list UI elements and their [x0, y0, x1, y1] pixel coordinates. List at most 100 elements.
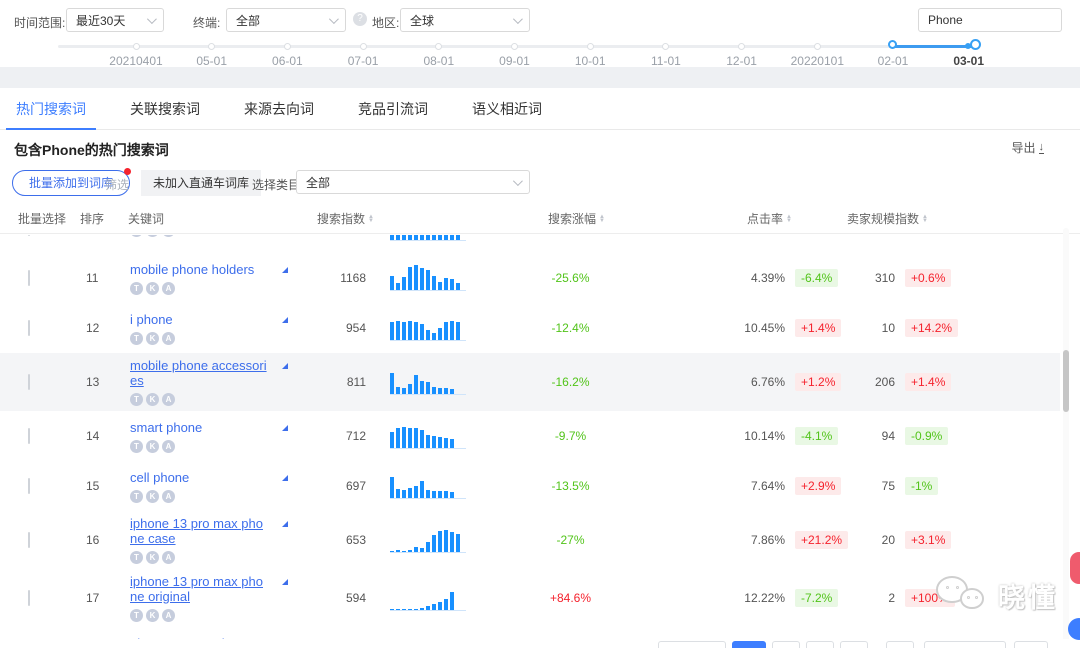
- tab-2[interactable]: 来源去向词: [242, 88, 316, 130]
- keyword-link[interactable]: iphone 13 pro max phone case: [130, 516, 268, 546]
- channel-badge-T: T: [130, 551, 143, 564]
- sort-icon[interactable]: ▲▼: [786, 215, 792, 223]
- sort-icon[interactable]: ▲▼: [922, 215, 928, 223]
- row-checkbox[interactable]: [28, 270, 30, 286]
- trend-mini-bar-chart[interactable]: [390, 585, 466, 611]
- keyword-search-box[interactable]: [918, 8, 1062, 32]
- row-checkbox[interactable]: [28, 478, 30, 494]
- region-select[interactable]: 全球: [400, 8, 530, 32]
- timeline-tick-label: 03-01: [953, 54, 984, 68]
- help-icon[interactable]: ?: [353, 12, 367, 26]
- sort-icon[interactable]: ▲▼: [599, 215, 605, 223]
- channel-badge-K: K: [146, 235, 159, 237]
- channel-badge-A: A: [162, 551, 175, 564]
- pagination-button[interactable]: [840, 641, 868, 648]
- keyword-link[interactable]: smart phone: [130, 420, 268, 435]
- keyword-link[interactable]: i phone: [130, 312, 268, 327]
- chevron-down-icon: [513, 14, 523, 24]
- tab-1[interactable]: 关联搜索词: [128, 88, 202, 130]
- keyword-expand-icon[interactable]: [282, 267, 288, 273]
- pagination-button[interactable]: [886, 641, 914, 648]
- ctr-delta-badge: +1.4%: [795, 319, 841, 337]
- search-change-cell: -9.7%: [515, 429, 660, 443]
- pagination-button[interactable]: [806, 641, 834, 648]
- keyword-expand-icon[interactable]: [282, 521, 288, 527]
- timeline-tick: [284, 43, 291, 50]
- timeline-tick-label: 09-01: [499, 54, 530, 68]
- keyword-expand-icon[interactable]: [282, 363, 288, 369]
- export-button[interactable]: 导出 ↓: [1011, 139, 1044, 156]
- search-index-cell: 712: [305, 429, 390, 443]
- sort-icon[interactable]: ▲▼: [368, 215, 374, 223]
- keyword-expand-icon[interactable]: [282, 317, 288, 323]
- keyword-link[interactable]: mobile phone holders: [130, 262, 268, 277]
- row-checkbox[interactable]: [28, 235, 30, 236]
- chevron-down-icon: [513, 176, 523, 186]
- pagination-active-page[interactable]: [732, 641, 766, 648]
- row-checkbox[interactable]: [28, 374, 30, 390]
- timeline-tick: [435, 43, 442, 50]
- trend-mini-bar-chart[interactable]: [390, 265, 466, 291]
- channel-badge-A: A: [162, 440, 175, 453]
- pagination-button[interactable]: [924, 641, 1006, 648]
- ctr-cell: 6.76%: [660, 375, 785, 389]
- pagination: [0, 639, 1080, 648]
- ctr-cell: 7.86%: [660, 533, 785, 547]
- keyword-link[interactable]: mobile phone accessories: [130, 358, 268, 388]
- pagination-button[interactable]: [772, 641, 800, 648]
- header-search-index: 搜索指数▲▼: [317, 210, 374, 227]
- table-row: 14 smart phone TKA 712 -9.7% 10.14% -4.1…: [0, 411, 1060, 461]
- header-search-change: 搜索涨幅▲▼: [548, 210, 605, 227]
- pagination-button[interactable]: [1014, 641, 1048, 648]
- keyword-link[interactable]: iphone 13 pro max phone original: [130, 574, 268, 604]
- tab-bar: 热门搜索词关联搜索词来源去向词竞品引流词语义相近词: [0, 88, 1080, 130]
- not-in-ztc-button[interactable]: 未加入直通车词库: [141, 170, 261, 196]
- channel-badge-K: K: [146, 609, 159, 622]
- terminal-select[interactable]: 全部: [226, 8, 346, 32]
- region-label: 地区:: [372, 14, 399, 31]
- trend-mini-bar-chart[interactable]: [390, 235, 466, 241]
- vertical-scrollbar[interactable]: [1063, 228, 1069, 648]
- tab-4[interactable]: 语义相近词: [470, 88, 544, 130]
- timeline-tick-label: 08-01: [423, 54, 454, 68]
- trend-mini-bar-chart[interactable]: [390, 369, 466, 395]
- slider-track[interactable]: [58, 45, 980, 48]
- trend-mini-bar-chart[interactable]: [390, 527, 466, 553]
- row-checkbox[interactable]: [28, 590, 30, 606]
- timeline-tick-label: 06-01: [272, 54, 303, 68]
- trend-mini-bar-chart[interactable]: [390, 423, 466, 449]
- tab-3[interactable]: 竞品引流词: [356, 88, 430, 130]
- seller-index-cell: 75: [855, 479, 895, 493]
- search-change-cell: -25.6%: [515, 271, 660, 285]
- channel-badge-A: A: [162, 393, 175, 406]
- pagination-button[interactable]: [658, 641, 726, 648]
- slider-handle-start[interactable]: [888, 40, 897, 49]
- filter-button[interactable]: 筛选: [105, 176, 129, 193]
- scrollbar-thumb[interactable]: [1063, 350, 1069, 412]
- header-ctr: 点击率▲▼: [747, 210, 792, 227]
- keyword-link[interactable]: cell phone: [130, 470, 268, 485]
- trend-mini-bar-chart[interactable]: [390, 473, 466, 499]
- header-batch-select: 批量选择: [18, 210, 66, 227]
- table-row: 16 iphone 13 pro max phone case TKA 653 …: [0, 511, 1060, 569]
- seller-delta-badge: -1%: [905, 477, 938, 495]
- row-checkbox[interactable]: [28, 428, 30, 444]
- category-select[interactable]: 全部: [296, 170, 530, 194]
- keyword-expand-icon[interactable]: [282, 425, 288, 431]
- slider-handle-end[interactable]: [970, 39, 981, 50]
- keyword-expand-icon[interactable]: [282, 579, 288, 585]
- time-range-select[interactable]: 最近30天: [66, 8, 164, 32]
- floating-pink-button[interactable]: [1070, 552, 1080, 584]
- rank-cell: 13: [60, 375, 130, 389]
- keyword-expand-icon[interactable]: [282, 475, 288, 481]
- date-range-slider[interactable]: 2021040105-0106-0107-0108-0109-0110-0111…: [0, 38, 1080, 68]
- table-row: 12 i phone TKA 954 -12.4% 10.45% +1.4% 1…: [0, 303, 1060, 353]
- search-input[interactable]: [919, 13, 1080, 27]
- row-checkbox[interactable]: [28, 320, 30, 336]
- row-checkbox[interactable]: [28, 532, 30, 548]
- tab-0[interactable]: 热门搜索词: [14, 88, 88, 130]
- trend-mini-bar-chart[interactable]: [390, 315, 466, 341]
- channel-badge-A: A: [162, 609, 175, 622]
- search-change-cell: -12.4%: [515, 321, 660, 335]
- ctr-delta-badge: +2.9%: [795, 477, 841, 495]
